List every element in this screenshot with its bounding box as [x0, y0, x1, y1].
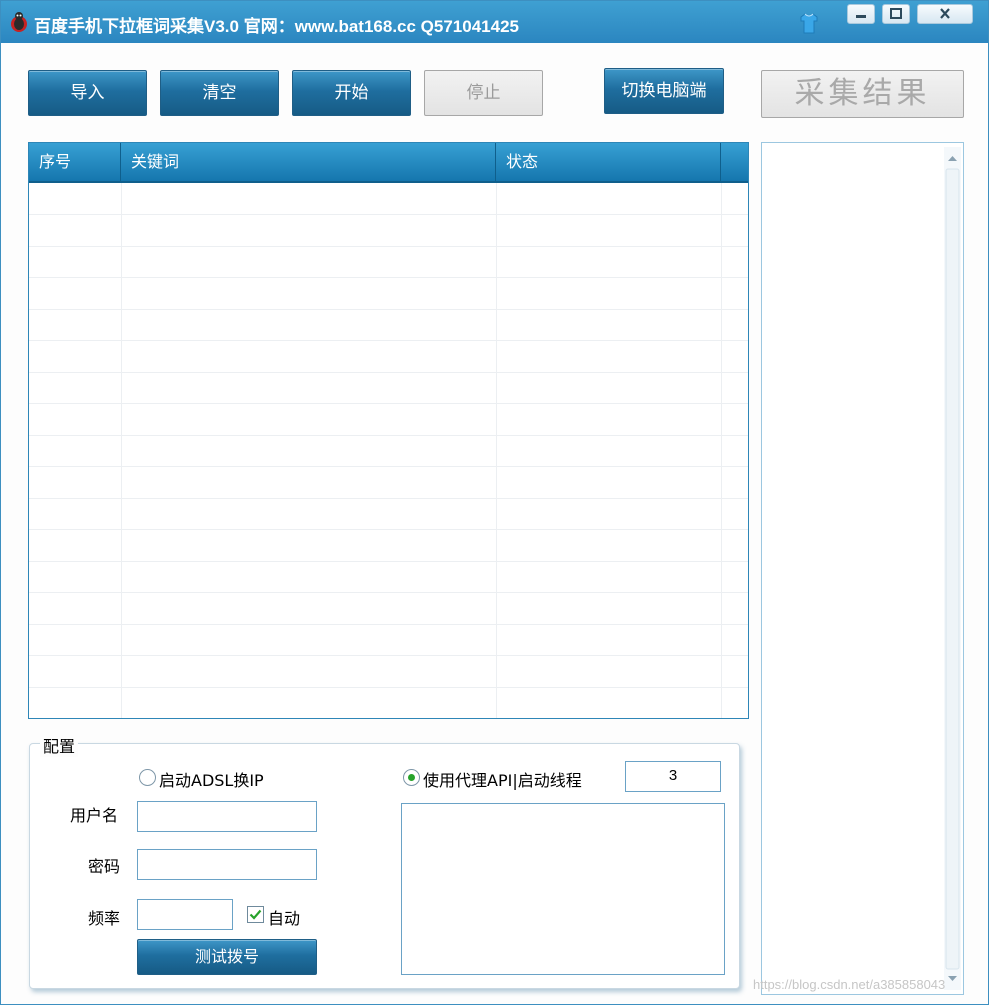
app-window: 百度手机下拉框词采集V3.0 官网：www.bat168.cc Q5710414… [0, 0, 989, 1005]
clear-button[interactable]: 清空 [160, 70, 279, 116]
auto-checkbox[interactable] [247, 906, 264, 923]
proxy-api-textarea[interactable] [401, 803, 725, 975]
close-icon [940, 8, 950, 19]
auto-label[interactable]: 自动 [268, 905, 300, 929]
frequency-input[interactable] [137, 899, 233, 930]
table-row[interactable] [29, 341, 748, 373]
threads-input[interactable]: 3 [625, 761, 721, 792]
password-input[interactable] [137, 849, 317, 880]
table-row[interactable] [29, 656, 748, 688]
skin-shirt-icon[interactable] [798, 11, 820, 35]
table-row[interactable] [29, 530, 748, 562]
table-row[interactable] [29, 561, 748, 593]
table-row[interactable] [29, 687, 748, 718]
table-header: 序号 关键词 状态 [29, 143, 748, 183]
results-panel[interactable] [761, 142, 964, 995]
test-dial-button[interactable]: 测试拨号 [137, 939, 317, 975]
window-title: 百度手机下拉框词采集V3.0 官网：www.bat168.cc Q5710414… [34, 17, 519, 36]
table-row[interactable] [29, 624, 748, 656]
table-row[interactable] [29, 467, 748, 499]
minimize-icon [856, 15, 866, 18]
table-row[interactable] [29, 278, 748, 310]
table-row[interactable] [29, 593, 748, 625]
config-group: 配置 启动ADSL换IP 用户名 密码 频率 自动 测试拨号 使用代理API|启… [29, 733, 740, 989]
results-button[interactable]: 采集结果 [761, 70, 964, 118]
stop-button[interactable]: 停止 [424, 70, 543, 116]
frequency-label: 频率 [88, 909, 121, 928]
table-body [29, 183, 748, 718]
watermark: https://blog.csdn.net/a385858043 [753, 977, 946, 992]
username-input[interactable] [137, 801, 317, 832]
table-row[interactable] [29, 435, 748, 467]
switch-pc-button[interactable]: 切换电脑端 [604, 68, 724, 114]
table-row[interactable] [29, 183, 748, 215]
results-scrollbar[interactable] [944, 147, 961, 990]
maximize-button[interactable] [882, 4, 910, 24]
proxy-label[interactable]: 使用代理API|启动线程 [423, 767, 582, 791]
proxy-radio[interactable] [403, 769, 420, 786]
start-button[interactable]: 开始 [292, 70, 411, 116]
title-bar[interactable]: 百度手机下拉框词采集V3.0 官网：www.bat168.cc Q5710414… [1, 1, 988, 43]
adsl-radio[interactable] [139, 769, 156, 786]
table-row[interactable] [29, 215, 748, 247]
minimize-button[interactable] [847, 4, 875, 24]
adsl-label[interactable]: 启动ADSL换IP [159, 767, 264, 791]
table-row[interactable] [29, 372, 748, 404]
checkmark-icon [249, 909, 262, 920]
maximize-icon [890, 8, 902, 19]
close-button[interactable] [917, 4, 973, 24]
config-title: 配置 [40, 733, 79, 757]
keyword-table[interactable]: 序号 关键词 状态 [28, 142, 749, 719]
username-label: 用户名 [70, 806, 119, 825]
column-header-index[interactable]: 序号 [29, 143, 121, 181]
column-header-keyword[interactable]: 关键词 [121, 143, 496, 181]
table-row[interactable] [29, 309, 748, 341]
password-label: 密码 [88, 857, 121, 876]
table-row[interactable] [29, 404, 748, 436]
app-bug-icon [11, 12, 27, 32]
column-header-status[interactable]: 状态 [496, 143, 721, 181]
table-row[interactable] [29, 246, 748, 278]
table-row[interactable] [29, 498, 748, 530]
import-button[interactable]: 导入 [28, 70, 147, 116]
